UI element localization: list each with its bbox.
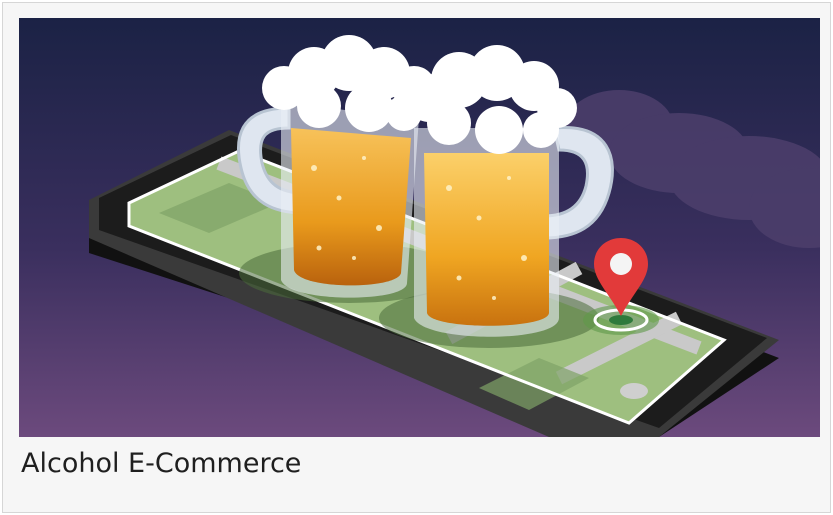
article-thumbnail[interactable] (19, 18, 833, 437)
article-title[interactable]: Alcohol E-Commerce (21, 442, 301, 486)
article-card[interactable]: Alcohol E-Commerce (2, 2, 831, 513)
beer-mugs-on-phone-map-illustration (19, 18, 820, 437)
